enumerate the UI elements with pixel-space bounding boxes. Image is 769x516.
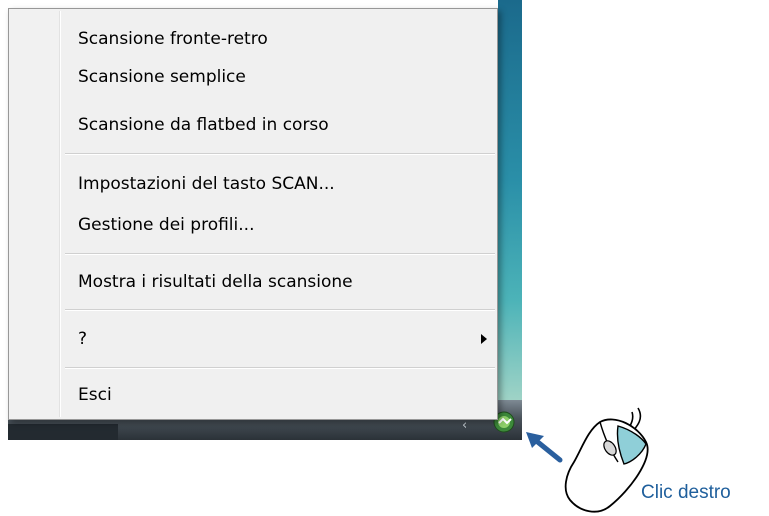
desktop-background	[498, 0, 522, 400]
menu-item-scansione-semplice[interactable]: Scansione semplice	[11, 57, 495, 97]
tray-expand-icon[interactable]: ‹	[462, 418, 474, 434]
menu-item-mostra-risultati[interactable]: Mostra i risultati della scansione	[11, 262, 495, 302]
menu-item-label: Gestione dei profili...	[78, 215, 255, 235]
right-click-caption: Clic destro	[641, 482, 731, 503]
menu-item-label: Scansione semplice	[78, 67, 246, 87]
menu-item-esci[interactable]: Esci	[11, 375, 495, 415]
menu-item-gestione-profili[interactable]: Gestione dei profili...	[11, 205, 495, 245]
taskbar-button-area	[8, 424, 118, 440]
menu-item-label: ?	[78, 329, 88, 349]
menu-item-scansione-flatbed[interactable]: Scansione da flatbed in corso	[11, 105, 495, 145]
menu-separator	[65, 253, 495, 255]
context-menu: Scansione fronte-retro Scansione semplic…	[8, 8, 498, 420]
menu-item-label: Impostazioni del tasto SCAN...	[78, 174, 335, 194]
menu-item-help[interactable]: ?	[11, 319, 495, 359]
menu-separator	[65, 309, 495, 311]
menu-item-scansione-fronte-retro[interactable]: Scansione fronte-retro	[11, 19, 495, 59]
menu-separator	[65, 367, 495, 369]
chevron-right-icon	[481, 334, 487, 344]
menu-separator	[65, 153, 495, 155]
menu-item-impostazioni-tasto-scan[interactable]: Impostazioni del tasto SCAN...	[11, 164, 495, 204]
menu-item-label: Esci	[78, 385, 112, 405]
arrow-icon	[526, 432, 563, 463]
menu-item-label: Mostra i risultati della scansione	[78, 272, 353, 292]
menu-item-label: Scansione da flatbed in corso	[78, 115, 329, 135]
menu-item-label: Scansione fronte-retro	[78, 29, 268, 49]
